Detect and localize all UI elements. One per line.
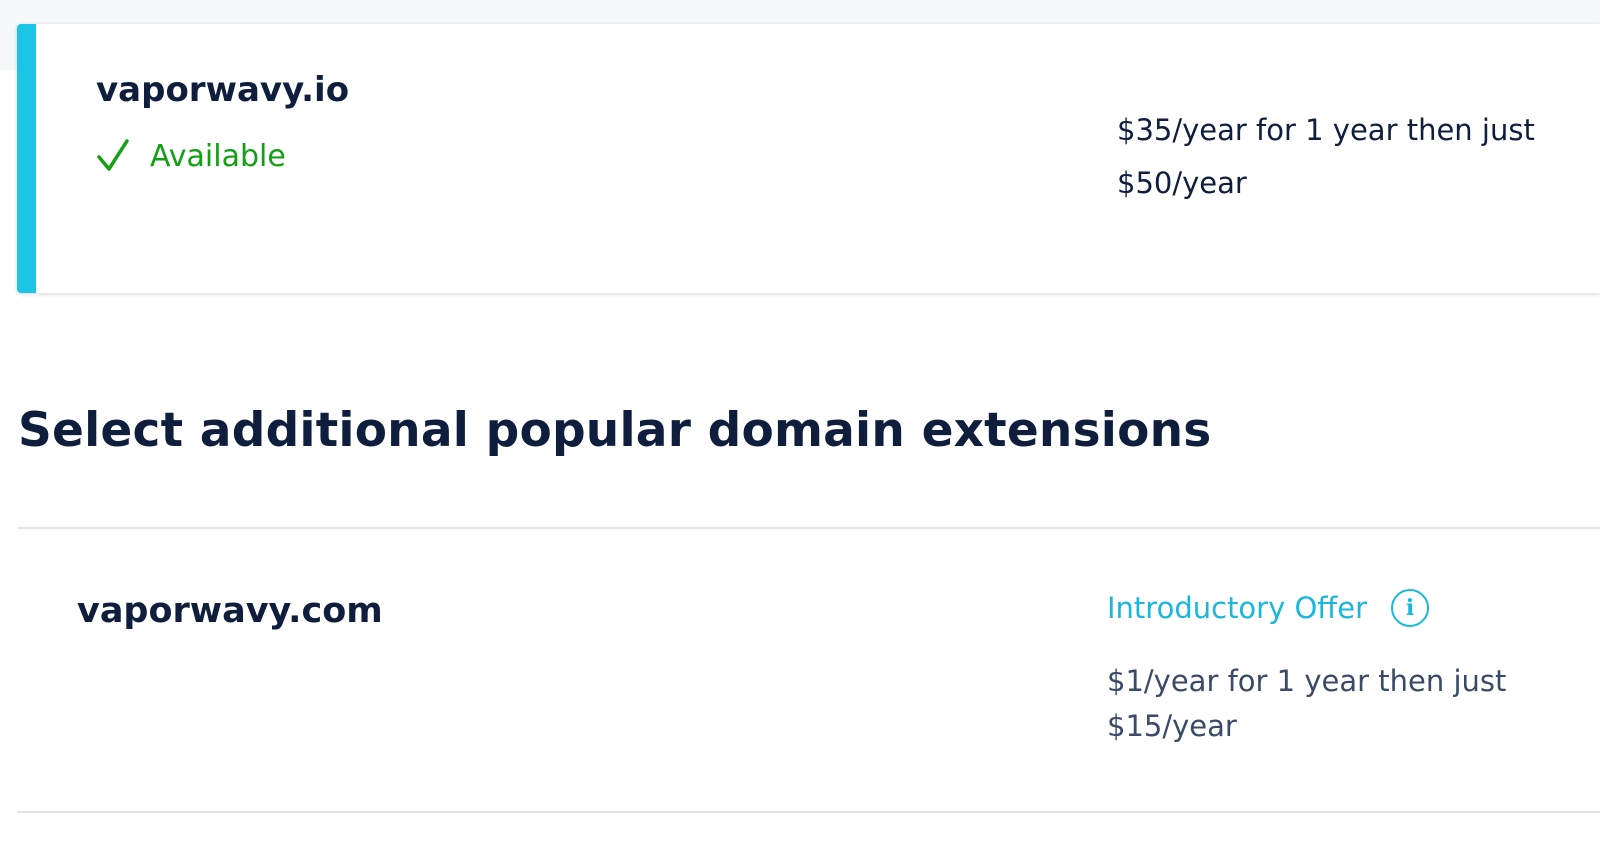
availability-status: Available xyxy=(96,138,286,174)
extension-row[interactable]: vaporwavy.com Introductory Offer i $1/ye… xyxy=(17,529,1600,811)
offer-label: Introductory Offer xyxy=(1107,591,1368,625)
info-icon[interactable]: i xyxy=(1391,589,1430,627)
checkmark-icon xyxy=(97,139,129,171)
result-card-accent-bar xyxy=(17,24,36,293)
extension-domain-name: vaporwavy.com xyxy=(77,591,383,631)
introductory-offer: Introductory Offer i xyxy=(1107,589,1430,627)
result-price-text: $35/year for 1 year then just $50/year xyxy=(1117,113,1535,200)
result-domain-name: vaporwavy.io xyxy=(96,70,350,110)
availability-status-label: Available xyxy=(150,138,286,174)
domain-result-card: vaporwavy.io Available $35/year for 1 ye… xyxy=(17,24,1600,293)
extension-price-text: $1/year for 1 year then just $15/year xyxy=(1107,664,1507,743)
divider xyxy=(17,811,1600,813)
section-title: Select additional popular domain extensi… xyxy=(18,403,1212,458)
